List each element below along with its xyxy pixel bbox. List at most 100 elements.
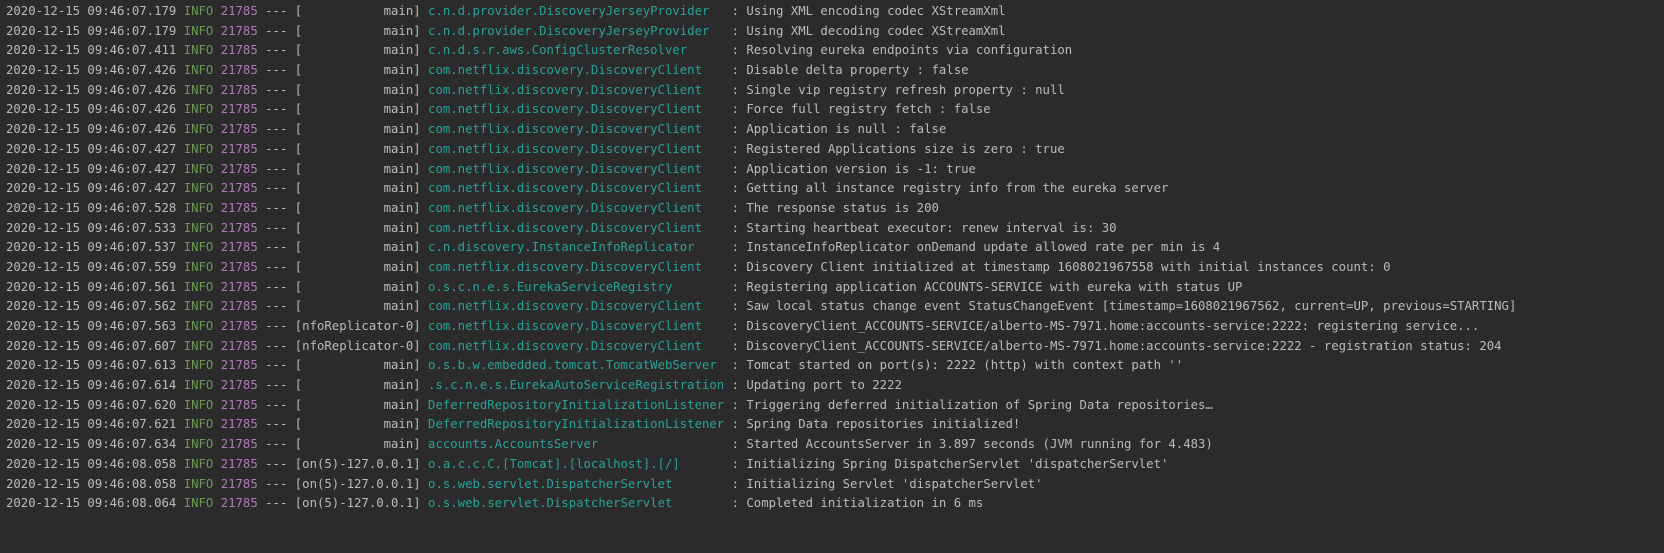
log-separator: --- bbox=[265, 417, 288, 432]
log-pid: 21785 bbox=[220, 496, 258, 511]
log-line: 2020-12-15 09:46:07.426 INFO 21785 --- [… bbox=[0, 61, 1664, 81]
log-separator: --- bbox=[265, 358, 288, 373]
log-level: INFO bbox=[183, 259, 214, 274]
log-logger: com.netflix.discovery.DiscoveryClient bbox=[428, 220, 725, 235]
log-thread: [on(5)-127.0.0.1] bbox=[294, 496, 421, 511]
log-thread: [ main] bbox=[294, 102, 421, 117]
console-output[interactable]: 2020-12-15 09:46:07.179 INFO 21785 --- [… bbox=[0, 0, 1664, 553]
log-timestamp: 2020-12-15 09:46:08.064 bbox=[6, 496, 177, 511]
log-separator: --- bbox=[265, 456, 288, 471]
log-level: INFO bbox=[183, 338, 214, 353]
log-pid: 21785 bbox=[220, 43, 258, 58]
log-message: : Getting all instance registry info fro… bbox=[731, 181, 1169, 196]
log-logger: com.netflix.discovery.DiscoveryClient bbox=[428, 299, 725, 314]
log-level: INFO bbox=[183, 299, 214, 314]
log-separator: --- bbox=[265, 200, 288, 215]
log-line: 2020-12-15 09:46:07.621 INFO 21785 --- [… bbox=[0, 415, 1664, 435]
log-message: : Updating port to 2222 bbox=[731, 378, 902, 393]
log-timestamp: 2020-12-15 09:46:07.528 bbox=[6, 200, 177, 215]
log-level: INFO bbox=[183, 102, 214, 117]
log-pid: 21785 bbox=[220, 417, 258, 432]
log-logger: com.netflix.discovery.DiscoveryClient bbox=[428, 122, 725, 137]
log-separator: --- bbox=[265, 141, 288, 156]
log-timestamp: 2020-12-15 09:46:07.426 bbox=[6, 122, 177, 137]
log-timestamp: 2020-12-15 09:46:07.426 bbox=[6, 82, 177, 97]
log-thread: [ main] bbox=[294, 161, 421, 176]
log-line: 2020-12-15 09:46:07.613 INFO 21785 --- [… bbox=[0, 356, 1664, 376]
log-message: : DiscoveryClient_ACCOUNTS-SERVICE/alber… bbox=[731, 338, 1502, 353]
log-pid: 21785 bbox=[220, 259, 258, 274]
log-logger: com.netflix.discovery.DiscoveryClient bbox=[428, 82, 725, 97]
log-line: 2020-12-15 09:46:07.563 INFO 21785 --- [… bbox=[0, 317, 1664, 337]
log-timestamp: 2020-12-15 09:46:08.058 bbox=[6, 476, 177, 491]
log-separator: --- bbox=[265, 338, 288, 353]
log-thread: [on(5)-127.0.0.1] bbox=[294, 456, 421, 471]
log-level: INFO bbox=[183, 358, 214, 373]
log-message: : Starting heartbeat executor: renew int… bbox=[731, 220, 1117, 235]
log-level: INFO bbox=[183, 476, 214, 491]
log-separator: --- bbox=[265, 437, 288, 452]
log-logger: com.netflix.discovery.DiscoveryClient bbox=[428, 161, 725, 176]
log-timestamp: 2020-12-15 09:46:07.559 bbox=[6, 259, 177, 274]
log-separator: --- bbox=[265, 43, 288, 58]
log-message: : Registering application ACCOUNTS-SERVI… bbox=[731, 279, 1243, 294]
log-line: 2020-12-15 09:46:07.179 INFO 21785 --- [… bbox=[0, 22, 1664, 42]
log-logger: com.netflix.discovery.DiscoveryClient bbox=[428, 181, 725, 196]
log-logger: DeferredRepositoryInitializationListener bbox=[428, 417, 725, 432]
log-logger: com.netflix.discovery.DiscoveryClient bbox=[428, 338, 725, 353]
log-timestamp: 2020-12-15 09:46:07.562 bbox=[6, 299, 177, 314]
log-separator: --- bbox=[265, 82, 288, 97]
log-logger: o.a.c.c.C.[Tomcat].[localhost].[/] bbox=[428, 456, 725, 471]
log-pid: 21785 bbox=[220, 240, 258, 255]
log-timestamp: 2020-12-15 09:46:07.533 bbox=[6, 220, 177, 235]
log-logger: com.netflix.discovery.DiscoveryClient bbox=[428, 63, 725, 78]
log-timestamp: 2020-12-15 09:46:07.537 bbox=[6, 240, 177, 255]
log-thread: [ main] bbox=[294, 63, 421, 78]
log-level: INFO bbox=[183, 63, 214, 78]
log-pid: 21785 bbox=[220, 23, 258, 38]
log-pid: 21785 bbox=[220, 279, 258, 294]
log-timestamp: 2020-12-15 09:46:07.411 bbox=[6, 43, 177, 58]
log-message: : Completed initialization in 6 ms bbox=[731, 496, 984, 511]
log-level: INFO bbox=[183, 397, 214, 412]
log-pid: 21785 bbox=[220, 338, 258, 353]
log-message: : The response status is 200 bbox=[731, 200, 939, 215]
log-thread: [ main] bbox=[294, 259, 421, 274]
log-separator: --- bbox=[265, 161, 288, 176]
log-logger: o.s.web.servlet.DispatcherServlet bbox=[428, 476, 725, 491]
log-logger: com.netflix.discovery.DiscoveryClient bbox=[428, 200, 725, 215]
log-separator: --- bbox=[265, 63, 288, 78]
log-thread: [ main] bbox=[294, 220, 421, 235]
log-level: INFO bbox=[183, 240, 214, 255]
log-pid: 21785 bbox=[220, 122, 258, 137]
log-timestamp: 2020-12-15 09:46:08.058 bbox=[6, 456, 177, 471]
log-message: : Started AccountsServer in 3.897 second… bbox=[731, 437, 1213, 452]
log-line: 2020-12-15 09:46:07.561 INFO 21785 --- [… bbox=[0, 278, 1664, 298]
log-separator: --- bbox=[265, 279, 288, 294]
log-line: 2020-12-15 09:46:07.179 INFO 21785 --- [… bbox=[0, 2, 1664, 22]
log-timestamp: 2020-12-15 09:46:07.561 bbox=[6, 279, 177, 294]
log-thread: [on(5)-127.0.0.1] bbox=[294, 476, 421, 491]
log-line: 2020-12-15 09:46:08.064 INFO 21785 --- [… bbox=[0, 494, 1664, 514]
log-message: : Using XML decoding codec XStreamXml bbox=[731, 23, 1006, 38]
log-thread: [ main] bbox=[294, 378, 421, 393]
log-separator: --- bbox=[265, 181, 288, 196]
log-logger: com.netflix.discovery.DiscoveryClient bbox=[428, 102, 725, 117]
log-thread: [ main] bbox=[294, 181, 421, 196]
log-separator: --- bbox=[265, 122, 288, 137]
log-timestamp: 2020-12-15 09:46:07.634 bbox=[6, 437, 177, 452]
log-thread: [ main] bbox=[294, 23, 421, 38]
log-level: INFO bbox=[183, 319, 214, 333]
log-logger: accounts.AccountsServer bbox=[428, 437, 725, 452]
log-pid: 21785 bbox=[220, 4, 258, 18]
log-thread: [ main] bbox=[294, 122, 421, 137]
log-level: INFO bbox=[183, 181, 214, 196]
log-pid: 21785 bbox=[220, 299, 258, 314]
log-timestamp: 2020-12-15 09:46:07.427 bbox=[6, 181, 177, 196]
log-separator: --- bbox=[265, 240, 288, 255]
log-thread: [ main] bbox=[294, 437, 421, 452]
log-line: 2020-12-15 09:46:07.620 INFO 21785 --- [… bbox=[0, 396, 1664, 416]
log-separator: --- bbox=[265, 496, 288, 511]
log-pid: 21785 bbox=[220, 161, 258, 176]
log-message: : Discovery Client initialized at timest… bbox=[731, 259, 1391, 274]
